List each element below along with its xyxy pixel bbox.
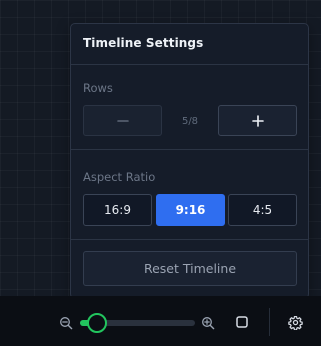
zoom-out-icon xyxy=(60,317,73,330)
reset-timeline-button[interactable]: Reset Timeline xyxy=(83,251,297,286)
minus-icon xyxy=(116,119,129,122)
aspect-ratio-label: Aspect Ratio xyxy=(83,170,156,184)
aspect-ratio-16-9-button[interactable]: 16:9 xyxy=(83,194,152,226)
panel-title: Timeline Settings xyxy=(83,36,204,50)
frame-toggle-button[interactable] xyxy=(235,315,249,329)
divider xyxy=(71,149,308,150)
divider xyxy=(71,239,308,240)
aspect-ratio-4-5-button[interactable]: 4:5 xyxy=(228,194,297,226)
zoom-in-icon xyxy=(202,317,215,330)
zoom-in-button[interactable] xyxy=(201,316,215,330)
rows-decrement-button[interactable] xyxy=(83,105,162,136)
square-icon xyxy=(236,316,248,328)
rows-increment-button[interactable] xyxy=(218,105,297,136)
toolbar-divider xyxy=(269,308,270,336)
timeline-settings-panel: Timeline Settings Rows 5/8 Aspect Ratio … xyxy=(70,23,309,299)
rows-value: 5/8 xyxy=(181,116,199,127)
zoom-slider-thumb[interactable] xyxy=(87,313,108,333)
zoom-slider[interactable] xyxy=(80,313,195,333)
plus-icon xyxy=(251,114,264,127)
settings-button[interactable] xyxy=(288,315,303,330)
aspect-ratio-9-16-button[interactable]: 9:16 xyxy=(156,194,225,226)
panel-header: Timeline Settings xyxy=(71,24,308,65)
rows-label: Rows xyxy=(83,81,113,95)
bottom-toolbar xyxy=(0,296,321,346)
gear-icon xyxy=(288,315,303,330)
zoom-out-button[interactable] xyxy=(59,316,73,330)
